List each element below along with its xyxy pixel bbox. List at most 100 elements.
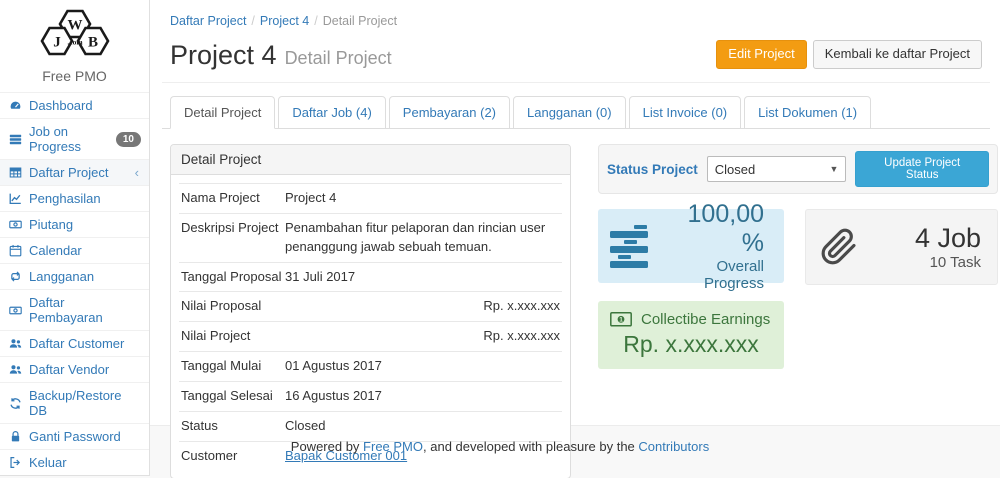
row-label: Nilai Proposal: [181, 297, 285, 316]
overall-progress-value: 100,00 %: [662, 200, 764, 258]
sidebar-item-dashboard[interactable]: Dashboard: [0, 92, 149, 118]
row-value: 01 Agustus 2017: [285, 357, 560, 376]
earnings-value: Rp. x.xxx.xxx: [610, 331, 772, 358]
sidebar-item-langganan[interactable]: Langganan: [0, 263, 149, 289]
logo-letter-j: J: [53, 35, 61, 51]
breadcrumb-separator: /: [309, 14, 322, 28]
row-label: Deskripsi Project: [181, 219, 285, 257]
dashboard-icon: [9, 99, 22, 112]
sidebar-item-daftar-vendor[interactable]: Daftar Vendor: [0, 356, 149, 382]
sidebar-item-backup-restore-db[interactable]: Backup/Restore DB: [0, 382, 149, 423]
sidebar-item-label: Dashboard: [29, 98, 93, 113]
detail-row-nilai-proposal: Nilai Proposal Rp. x.xxx.xxx: [179, 291, 562, 321]
row-value: 31 Juli 2017: [285, 268, 560, 287]
calendar-icon: [9, 244, 22, 257]
breadcrumb-project-4[interactable]: Project 4: [260, 14, 309, 28]
sidebar-item-label: Calendar: [29, 243, 82, 258]
tab-detail-project[interactable]: Detail Project: [170, 96, 275, 129]
repeat-icon: [9, 270, 22, 283]
sign-out-icon: [9, 456, 22, 469]
detail-row-nilai-project: Nilai Project Rp. x.xxx.xxx: [179, 321, 562, 351]
free-pmo-link[interactable]: Free PMO: [363, 439, 423, 454]
job-task-box: 4 Job 10 Task: [805, 209, 998, 285]
sidebar-item-job-on-progress[interactable]: Job on Progress 10: [0, 118, 149, 159]
sidebar-item-label: Penghasilan: [29, 191, 101, 206]
status-project-bar: Status Project Closed ▼ Update Project S…: [598, 144, 998, 194]
status-select-value: Closed: [715, 162, 755, 177]
money-icon: [9, 304, 22, 317]
tab-langganan[interactable]: Langganan (0): [513, 96, 626, 129]
detail-row-nama-project: Nama Project Project 4: [179, 183, 562, 213]
status-select[interactable]: Closed ▼: [707, 156, 847, 182]
sidebar-item-label: Backup/Restore DB: [29, 388, 141, 418]
panel-title: Detail Project: [171, 145, 570, 175]
job-count-badge: 10: [116, 132, 141, 147]
refresh-icon: [9, 397, 22, 410]
collectible-earnings-box: 1 Collectibe Earnings Rp. x.xxx.xxx: [598, 301, 784, 369]
sidebar-item-penghasilan[interactable]: Penghasilan: [0, 185, 149, 211]
back-to-project-list-button[interactable]: Kembali ke daftar Project: [813, 40, 982, 69]
tab-list-dokumen[interactable]: List Dokumen (1): [744, 96, 871, 129]
row-value: Penambahan fitur pelaporan dan rincian u…: [285, 219, 560, 257]
detail-row-deskripsi-project: Deskripsi Project Penambahan fitur pelap…: [179, 213, 562, 262]
row-label: Nama Project: [181, 189, 285, 208]
tab-pembayaran[interactable]: Pembayaran (2): [389, 96, 510, 129]
overall-progress-label: Overall Progress: [662, 258, 764, 292]
page-subtitle: Detail Project: [285, 48, 392, 68]
breadcrumb-current: Detail Project: [323, 14, 397, 28]
logo-letter-w: W: [67, 18, 82, 34]
logo-letter-b: B: [87, 35, 97, 51]
breadcrumb-daftar-project[interactable]: Daftar Project: [170, 14, 246, 28]
row-value: Project 4: [285, 189, 560, 208]
row-label: Tanggal Mulai: [181, 357, 285, 376]
overall-progress-box: 100,00 % Overall Progress: [598, 209, 784, 283]
tab-daftar-job[interactable]: Daftar Job (4): [278, 96, 385, 129]
sidebar-item-label: Piutang: [29, 217, 73, 232]
money-icon: 1: [610, 312, 632, 327]
page-title: Project 4: [170, 40, 277, 70]
detail-row-tanggal-mulai: Tanggal Mulai 01 Agustus 2017: [179, 351, 562, 381]
contributors-link[interactable]: Contributors: [638, 439, 709, 454]
detail-row-tanggal-selesai: Tanggal Selesai 16 Agustus 2017: [179, 381, 562, 411]
tab-bar: Detail Project Daftar Job (4) Pembayaran…: [162, 96, 990, 129]
row-value: Rp. x.xxx.xxx: [285, 297, 560, 316]
tasks-icon: [610, 225, 652, 268]
sidebar-item-label: Langganan: [29, 269, 94, 284]
caret-down-icon: ▼: [830, 164, 839, 174]
sidebar-item-piutang[interactable]: Piutang: [0, 211, 149, 237]
footer-text: Powered by: [291, 439, 363, 454]
edit-project-button[interactable]: Edit Project: [716, 40, 806, 69]
footer-text: , and developed with pleasure by the: [423, 439, 638, 454]
users-icon: [9, 363, 22, 376]
chevron-left-icon: ‹: [135, 166, 141, 179]
sidebar-item-daftar-customer[interactable]: Daftar Customer: [0, 330, 149, 356]
tasks-icon: [9, 133, 22, 146]
detail-row-tanggal-proposal: Tanggal Proposal 31 Juli 2017: [179, 262, 562, 292]
sidebar-item-calendar[interactable]: Calendar: [0, 237, 149, 263]
tab-list-invoice[interactable]: List Invoice (0): [629, 96, 742, 129]
status-project-label: Status Project: [607, 162, 698, 177]
sidebar-item-label: Daftar Customer: [29, 336, 124, 351]
app-name: Free PMO: [0, 67, 149, 92]
update-project-status-button[interactable]: Update Project Status: [855, 151, 989, 187]
sidebar-item-daftar-project[interactable]: Daftar Project ‹: [0, 159, 149, 185]
sidebar-item-label: Daftar Vendor: [29, 362, 109, 377]
main-content: Daftar Project/Project 4/Detail Project …: [150, 0, 1000, 426]
row-value: 16 Agustus 2017: [285, 387, 560, 406]
free-pmo-app: W J B .com Free PMO Dashboard Job on Pro…: [0, 0, 1000, 478]
sidebar-item-label: Keluar: [29, 455, 67, 470]
line-chart-icon: [9, 192, 22, 205]
breadcrumb: Daftar Project/Project 4/Detail Project: [162, 8, 990, 30]
row-label: Tanggal Selesai: [181, 387, 285, 406]
table-icon: [9, 166, 22, 179]
footer: Powered by Free PMO, and developed with …: [0, 426, 1000, 454]
job-count: 4 Job: [868, 223, 981, 254]
jwb-logo[interactable]: W J B .com: [0, 0, 149, 67]
earnings-label: Collectibe Earnings: [641, 311, 770, 328]
sidebar-item-daftar-pembayaran[interactable]: Daftar Pembayaran: [0, 289, 149, 330]
sidebar-item-label: Daftar Pembayaran: [29, 295, 141, 325]
money-icon: [9, 218, 22, 231]
jwb-logo-icon: W J B .com: [28, 8, 122, 60]
sidebar: W J B .com Free PMO Dashboard Job on Pro…: [0, 0, 150, 476]
row-label: Nilai Project: [181, 327, 285, 346]
